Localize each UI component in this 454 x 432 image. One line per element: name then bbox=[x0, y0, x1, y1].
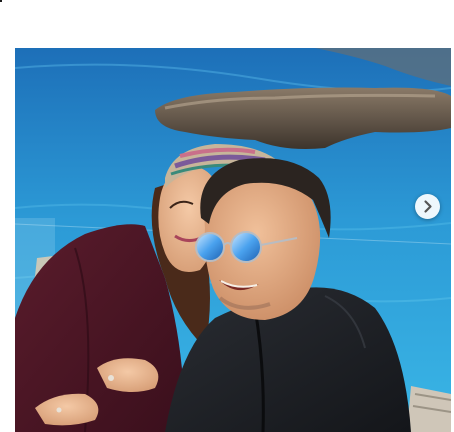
post-photo[interactable] bbox=[15, 48, 451, 432]
corner-dot bbox=[0, 0, 2, 2]
instagram-post bbox=[0, 0, 454, 432]
photo-artwork bbox=[15, 48, 451, 432]
chevron-right-icon bbox=[424, 200, 432, 213]
carousel-next-button[interactable] bbox=[415, 194, 440, 219]
